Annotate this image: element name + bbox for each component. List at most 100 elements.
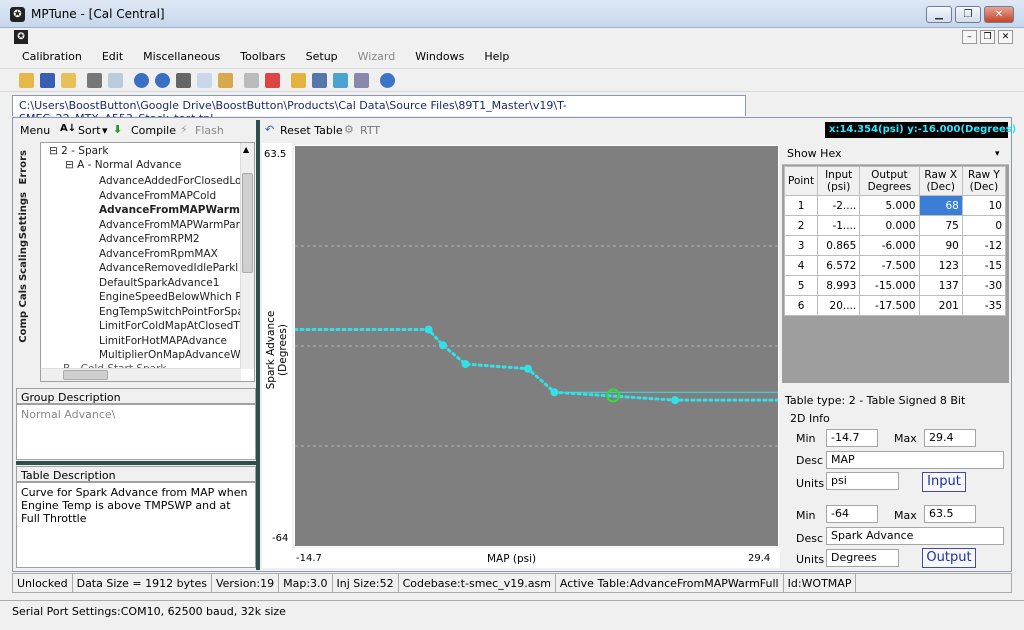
input-button[interactable]: Input <box>922 472 966 492</box>
tree-item[interactable]: AdvanceFromRpmMAX <box>99 248 218 260</box>
table-cell[interactable]: -6.000 <box>859 235 920 256</box>
column-header[interactable]: Input (psi) <box>817 166 861 196</box>
input-desc-field[interactable]: MAP <box>826 451 1004 469</box>
chart-svg[interactable] <box>293 146 780 546</box>
table-cell[interactable]: -30 <box>961 275 1007 296</box>
tree-item[interactable]: AdvanceFromMAPWarmFull <box>99 204 254 216</box>
table-cell[interactable]: 0 <box>961 215 1007 236</box>
table-cell[interactable]: 1 <box>783 195 819 216</box>
table-cell[interactable]: 6.572 <box>817 255 861 276</box>
input-units-field[interactable]: psi <box>826 472 899 490</box>
chart-plot[interactable] <box>293 145 780 547</box>
table-cell[interactable]: 90 <box>918 235 963 256</box>
data-point[interactable] <box>461 360 470 369</box>
tree-item[interactable]: MultiplierOnMapAdvanceWl <box>99 349 244 361</box>
file-tab[interactable]: C:\Users\BoostButton\Google Drive\BoostB… <box>12 95 746 125</box>
redo-icon[interactable] <box>155 73 170 88</box>
undo-icon[interactable] <box>134 73 149 88</box>
print-preview-icon[interactable] <box>108 73 123 88</box>
tree-vertical-scrollbar[interactable]: ▲ <box>240 143 254 369</box>
reset-table-button[interactable]: Reset Table <box>280 124 343 137</box>
tree-item[interactable]: AdvanceFromRPM2 <box>99 233 200 245</box>
tree-item[interactable]: DefaultSparkAdvance1 <box>99 277 219 289</box>
table-cell[interactable]: 3 <box>783 235 819 256</box>
panel-splitter[interactable] <box>16 461 256 465</box>
column-header[interactable]: Point <box>783 166 819 196</box>
table-cell[interactable]: 123 <box>918 255 963 276</box>
table-cell[interactable]: -15 <box>961 255 1007 276</box>
data-point[interactable] <box>424 325 433 334</box>
tree-group[interactable]: ⊟ 2 - Spark <box>49 145 108 157</box>
cut-icon[interactable] <box>176 73 191 88</box>
tab-settings[interactable]: Settings <box>18 192 29 239</box>
table-cell[interactable]: -1.... <box>817 215 861 236</box>
table-cell[interactable]: -17.500 <box>859 295 920 316</box>
menu-miscellaneous[interactable]: Miscellaneous <box>133 46 230 68</box>
table-cell[interactable]: 0.000 <box>859 215 920 236</box>
table-cell[interactable]: 5 <box>783 275 819 296</box>
table-cell[interactable]: 6 <box>783 295 819 316</box>
table-cell[interactable]: -15.000 <box>859 275 920 296</box>
help-icon[interactable] <box>380 73 395 88</box>
menu-setup[interactable]: Setup <box>296 46 348 68</box>
table-cell[interactable]: 4 <box>783 255 819 276</box>
table-cell[interactable]: 137 <box>918 275 963 296</box>
show-hex-label[interactable]: Show Hex <box>787 147 842 160</box>
tree-scroll-thumb[interactable] <box>242 173 253 273</box>
mdi-close-button[interactable]: ✕ <box>998 30 1013 44</box>
series-line[interactable] <box>293 328 780 402</box>
menu-wizard[interactable]: Wizard <box>348 46 406 68</box>
maximize-button[interactable]: ❐ <box>955 6 981 23</box>
open-folder-icon[interactable] <box>19 73 34 88</box>
menu-edit[interactable]: Edit <box>92 46 133 68</box>
table-cell[interactable]: 2 <box>783 215 819 236</box>
save-icon[interactable] <box>40 73 55 88</box>
mdi-restore-button[interactable]: ❐ <box>980 30 995 44</box>
menu-button[interactable]: Menu <box>20 124 50 137</box>
output-units-field[interactable]: Degrees <box>826 549 899 567</box>
tree-item[interactable]: LimitForColdMapAtClosedT <box>99 320 240 332</box>
menu-windows[interactable]: Windows <box>405 46 474 68</box>
input-max-field[interactable]: 29.4 <box>924 429 976 447</box>
tree-item[interactable]: AdvanceFromMAPWarmPar <box>99 219 240 231</box>
tab-comp-cals[interactable]: Comp Cals <box>18 284 29 343</box>
scroll-up-icon[interactable]: ▲ <box>243 145 249 154</box>
output-button[interactable]: Output <box>922 548 976 568</box>
tree-item[interactable]: LimitForHotMAPAdvance <box>99 335 227 347</box>
column-header[interactable]: Raw X (Dec) <box>918 166 963 196</box>
paste-icon[interactable] <box>218 73 233 88</box>
table-cell[interactable]: 75 <box>918 215 963 236</box>
data-point[interactable] <box>550 388 559 397</box>
menu-calibration[interactable]: Calibration <box>12 46 92 68</box>
tree-horizontal-scrollbar[interactable] <box>41 368 241 381</box>
flash-button[interactable]: Flash <box>195 124 224 137</box>
copy-icon[interactable] <box>197 73 212 88</box>
column-header[interactable]: Output Degrees <box>859 166 920 196</box>
table-cell[interactable]: -35 <box>961 295 1007 316</box>
data-point[interactable] <box>523 364 532 373</box>
data-point[interactable] <box>438 341 447 350</box>
menu-help[interactable]: Help <box>474 46 519 68</box>
tree-item[interactable]: AdvanceFromMAPCold <box>99 190 216 202</box>
table-cell[interactable]: 201 <box>918 295 963 316</box>
table-cell[interactable]: 10 <box>961 195 1007 216</box>
print-icon[interactable] <box>87 73 102 88</box>
menu-toolbars[interactable]: Toolbars <box>230 46 295 68</box>
link-icon[interactable] <box>244 73 259 88</box>
close-button[interactable]: ✕ <box>984 6 1014 23</box>
table-cell[interactable]: 68 <box>918 195 963 216</box>
sort-button[interactable]: Sort <box>78 124 101 137</box>
tab-errors[interactable]: Errors <box>18 150 29 184</box>
tree-hscroll-thumb[interactable] <box>63 370 108 380</box>
eraser-icon[interactable] <box>265 73 280 88</box>
table-cell[interactable]: 8.993 <box>817 275 861 296</box>
tree-item[interactable]: AdvanceAddedForClosedLo <box>99 175 241 187</box>
output-max-field[interactable]: 63.5 <box>924 505 976 523</box>
compare-icon[interactable] <box>291 73 306 88</box>
dropdown-icon[interactable]: ▾ <box>995 149 1000 159</box>
data-point[interactable] <box>671 396 680 405</box>
tab-scaling[interactable]: Scaling <box>18 240 29 281</box>
input-min-field[interactable]: -14.7 <box>826 429 878 447</box>
mdi-minimize-button[interactable]: – <box>962 30 977 44</box>
export-icon[interactable] <box>333 73 348 88</box>
